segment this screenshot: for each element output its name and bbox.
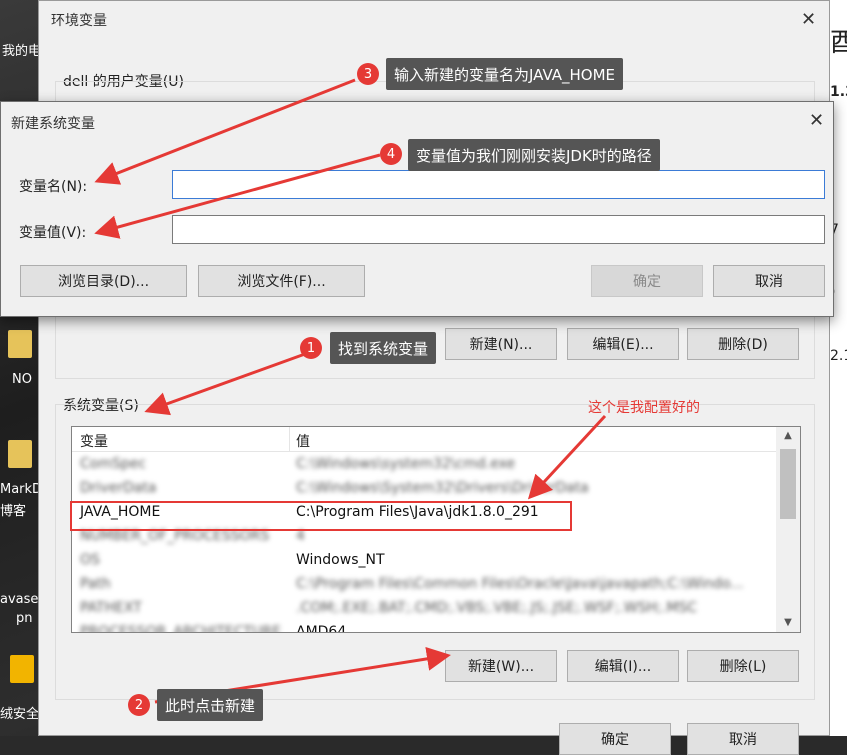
configured-note: 这个是我配置好的 xyxy=(588,400,700,416)
column-header-name[interactable]: 变量 xyxy=(80,431,108,451)
var-value: C:\Program Files\Common Files\Oracle\Jav… xyxy=(296,576,744,592)
scroll-thumb[interactable] xyxy=(780,449,796,519)
desktop-label: 我的电 xyxy=(2,44,42,59)
var-name: ComSpec xyxy=(80,456,147,472)
step-1-callout: 找到系统变量 xyxy=(330,332,437,364)
desktop-label: 绒安全 xyxy=(0,707,40,722)
browse-directory-button[interactable]: 浏览目录(D)... xyxy=(20,265,187,297)
list-header: 变量 值 xyxy=(72,427,776,452)
dialog-title: 新建系统变量 xyxy=(11,116,95,132)
var-value: C:\Windows\system32\cmd.exe xyxy=(296,456,516,472)
variable-name-label: 变量名(N): xyxy=(19,179,88,195)
system-delete-button[interactable]: 删除(L) xyxy=(687,650,799,682)
step-2-callout: 此时点击新建 xyxy=(157,689,264,721)
window-title: 环境变量 xyxy=(51,13,107,29)
dialog-cancel-button[interactable]: 取消 xyxy=(713,265,825,297)
desktop-label: avase xyxy=(0,592,39,607)
close-icon[interactable]: ✕ xyxy=(809,112,824,130)
table-row[interactable]: OS Windows_NT xyxy=(72,549,776,573)
background-text: 酉 xyxy=(830,28,847,58)
user-delete-button[interactable]: 删除(D) xyxy=(687,328,799,360)
scroll-up-icon[interactable]: ▲ xyxy=(776,427,800,445)
var-name: DriverData xyxy=(80,480,157,496)
var-value: C:\Windows\System32\Drivers\DriverData xyxy=(296,480,589,496)
close-icon[interactable]: ✕ xyxy=(801,11,816,29)
system-edit-button[interactable]: 编辑(I)... xyxy=(567,650,679,682)
var-value: Windows_NT xyxy=(296,552,385,568)
step-4-badge: 4 xyxy=(380,143,402,165)
var-name: OS xyxy=(80,552,100,568)
folder-icon[interactable] xyxy=(8,330,32,358)
var-value: AMD64 xyxy=(296,624,347,633)
step-3-badge: 3 xyxy=(357,63,379,85)
system-new-button[interactable]: 新建(W)... xyxy=(445,650,557,682)
cancel-button[interactable]: 取消 xyxy=(687,723,799,755)
user-edit-button[interactable]: 编辑(E)... xyxy=(567,328,679,360)
table-row[interactable]: DriverData C:\Windows\System32\Drivers\D… xyxy=(72,477,776,501)
column-header-value[interactable]: 值 xyxy=(296,431,310,451)
background-text: 1.3 xyxy=(830,84,847,100)
step-3-callout: 输入新建的变量名为JAVA_HOME xyxy=(386,58,624,90)
variable-value-label: 变量值(V): xyxy=(19,225,87,241)
table-row[interactable]: PATHEXT .COM;.EXE;.BAT;.CMD;.VBS;.VBE;.J… xyxy=(72,597,776,621)
browse-file-button[interactable]: 浏览文件(F)... xyxy=(198,265,365,297)
column-separator[interactable] xyxy=(289,427,290,451)
var-value: .COM;.EXE;.BAT;.CMD;.VBS;.VBE;.JS;.JSE;.… xyxy=(296,600,698,616)
new-system-variable-dialog: 新建系统变量 ✕ 变量名(N): 变量值(V): 浏览目录(D)... 浏览文件… xyxy=(0,101,834,317)
var-name: Path xyxy=(80,576,111,592)
desktop-label: 博客 xyxy=(0,504,27,519)
user-new-button[interactable]: 新建(N)... xyxy=(445,328,557,360)
var-name: PROCESSOR_ARCHITECTURE xyxy=(80,624,281,633)
folder-icon[interactable] xyxy=(8,440,32,468)
ok-button[interactable]: 确定 xyxy=(559,723,671,755)
desktop-label: MarkD xyxy=(0,482,43,497)
table-row[interactable]: Path C:\Program Files\Common Files\Oracl… xyxy=(72,573,776,597)
dialog-ok-button[interactable]: 确定 xyxy=(591,265,703,297)
desktop-label: NO xyxy=(12,372,32,387)
step-2-badge: 2 xyxy=(128,694,150,716)
step-1-badge: 1 xyxy=(300,337,322,359)
table-row[interactable]: PROCESSOR_ARCHITECTURE AMD64 xyxy=(72,621,776,633)
java-home-highlight xyxy=(70,501,572,531)
scroll-down-icon[interactable]: ▼ xyxy=(776,614,800,632)
variable-value-input[interactable] xyxy=(172,215,825,244)
vertical-scrollbar[interactable]: ▲ ▼ xyxy=(776,427,800,632)
desktop-label: pn xyxy=(16,611,33,626)
step-4-callout: 变量值为我们刚刚安装JDK时的路径 xyxy=(408,139,660,171)
variable-name-input[interactable] xyxy=(172,170,825,199)
shortcut-icon[interactable] xyxy=(10,655,34,683)
var-name: PATHEXT xyxy=(80,600,142,616)
table-row[interactable]: ComSpec C:\Windows\system32\cmd.exe xyxy=(72,453,776,477)
background-text: 2.1 xyxy=(830,348,847,364)
